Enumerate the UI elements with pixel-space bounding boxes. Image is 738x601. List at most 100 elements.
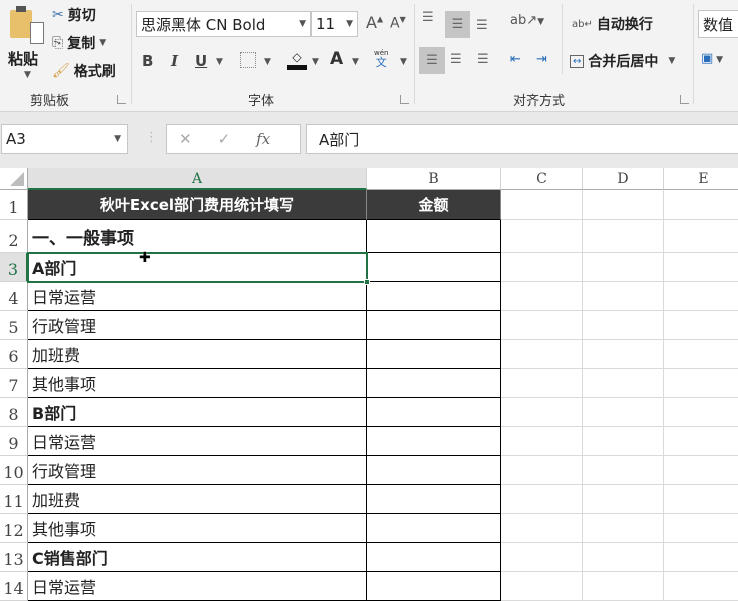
copy-button[interactable]: ⎘ 复制 ▼ (52, 33, 106, 53)
column-header-c[interactable]: C (501, 168, 583, 190)
amount-cell[interactable] (367, 282, 501, 311)
empty-cell[interactable] (583, 485, 664, 514)
item-cell[interactable]: 一、一般事项 (28, 220, 367, 253)
decrease-indent-icon[interactable]: ⇤ (510, 52, 521, 67)
empty-cell[interactable] (583, 220, 664, 253)
empty-cell[interactable] (501, 456, 583, 485)
item-cell[interactable]: 其他事项 (28, 514, 367, 543)
bold-button[interactable]: B (142, 52, 153, 70)
empty-cell[interactable] (664, 543, 738, 572)
font-name-select[interactable]: 思源黑体 CN Bold ▼ (136, 11, 311, 37)
empty-cell[interactable] (501, 398, 583, 427)
empty-cell[interactable] (583, 311, 664, 340)
empty-cell[interactable] (664, 514, 738, 543)
amount-cell[interactable] (367, 485, 501, 514)
amount-cell[interactable] (367, 514, 501, 543)
empty-cell[interactable] (501, 220, 583, 253)
column-header-b[interactable]: B (367, 168, 501, 190)
increase-indent-icon[interactable]: ⇥ (536, 52, 547, 67)
border-icon[interactable] (240, 52, 256, 68)
amount-cell[interactable] (367, 340, 501, 369)
empty-cell[interactable] (501, 253, 583, 282)
empty-cell[interactable] (664, 427, 738, 456)
empty-cell[interactable] (664, 190, 738, 220)
amount-cell[interactable] (367, 572, 501, 601)
clipboard-launcher[interactable] (117, 95, 126, 104)
empty-cell[interactable] (501, 514, 583, 543)
empty-cell[interactable] (501, 190, 583, 220)
empty-cell[interactable] (501, 543, 583, 572)
empty-cell[interactable] (583, 369, 664, 398)
format-painter-button[interactable]: 🖌 格式刷 (52, 61, 116, 81)
row-header[interactable]: 12 (0, 514, 28, 543)
fill-color-icon[interactable]: ◇ (287, 50, 307, 70)
empty-cell[interactable] (501, 572, 583, 601)
empty-cell[interactable] (583, 514, 664, 543)
formula-input[interactable]: A部门 (306, 124, 738, 154)
column-header-d[interactable]: D (583, 168, 664, 190)
paste-button[interactable]: 粘贴 ▼ (6, 4, 46, 84)
font-launcher[interactable] (400, 95, 409, 104)
amount-cell[interactable] (367, 427, 501, 456)
empty-cell[interactable] (583, 253, 664, 282)
row-header[interactable]: 6 (0, 340, 28, 369)
empty-cell[interactable] (664, 340, 738, 369)
title-cell[interactable]: 秋叶Excel部门费用统计填写 (28, 190, 367, 220)
empty-cell[interactable] (583, 427, 664, 456)
empty-cell[interactable] (583, 543, 664, 572)
amount-header-cell[interactable]: 金额 (367, 190, 501, 220)
empty-cell[interactable] (501, 427, 583, 456)
phonetic-icon[interactable]: wén 文 (374, 50, 388, 69)
empty-cell[interactable] (583, 190, 664, 220)
align-middle-icon[interactable]: ☰ (445, 11, 470, 38)
font-color-button[interactable]: A (330, 49, 343, 69)
row-header[interactable]: 3 (0, 253, 28, 282)
empty-cell[interactable] (664, 398, 738, 427)
fill-handle[interactable] (364, 279, 370, 285)
empty-cell[interactable] (583, 282, 664, 311)
item-cell[interactable]: 行政管理 (28, 456, 367, 485)
align-top-icon[interactable]: ☰ (422, 10, 434, 25)
amount-cell[interactable] (367, 253, 501, 282)
empty-cell[interactable] (664, 456, 738, 485)
row-header[interactable]: 14 (0, 572, 28, 601)
row-header[interactable]: 11 (0, 485, 28, 514)
wrap-text-button[interactable]: ab↵ 自动换行 (572, 14, 653, 34)
empty-cell[interactable] (501, 485, 583, 514)
empty-cell[interactable] (583, 340, 664, 369)
item-cell[interactable]: 行政管理 (28, 311, 367, 340)
item-cell[interactable]: B部门 (28, 398, 367, 427)
item-cell[interactable]: C销售部门 (28, 543, 367, 572)
align-left-icon[interactable]: ☰ (419, 47, 445, 74)
empty-cell[interactable] (664, 311, 738, 340)
item-cell[interactable]: 日常运营 (28, 427, 367, 456)
empty-cell[interactable] (664, 220, 738, 253)
amount-cell[interactable] (367, 369, 501, 398)
empty-cell[interactable] (501, 282, 583, 311)
amount-cell[interactable] (367, 543, 501, 572)
row-header[interactable]: 5 (0, 311, 28, 340)
row-header[interactable]: 1 (0, 190, 28, 220)
empty-cell[interactable] (583, 572, 664, 601)
insert-function-icon[interactable]: fx (256, 130, 270, 148)
number-format-select[interactable]: 数值 (698, 10, 738, 38)
merge-center-button[interactable]: ↔ 合并后居中 ▼ (570, 51, 675, 71)
empty-cell[interactable] (583, 456, 664, 485)
row-header[interactable]: 4 (0, 282, 28, 311)
orientation-icon[interactable]: ab↗▼ (510, 13, 544, 28)
decrease-font-icon[interactable]: A▼ (390, 15, 406, 32)
row-header[interactable]: 7 (0, 369, 28, 398)
accounting-format-icon[interactable]: ▣ ▼ (701, 51, 723, 66)
underline-button[interactable]: U (195, 52, 207, 70)
empty-cell[interactable] (664, 282, 738, 311)
align-center-icon[interactable]: ☰ (450, 52, 462, 67)
empty-cell[interactable] (664, 572, 738, 601)
item-cell[interactable]: 日常运营 (28, 282, 367, 311)
item-cell[interactable]: 其他事项 (28, 369, 367, 398)
align-bottom-icon[interactable]: ☰ (476, 18, 488, 33)
empty-cell[interactable] (664, 253, 738, 282)
name-box[interactable]: A3 ▼ (1, 124, 128, 154)
column-header-e[interactable]: E (664, 168, 738, 190)
font-size-select[interactable]: 11 ▼ (311, 11, 358, 37)
amount-cell[interactable] (367, 398, 501, 427)
